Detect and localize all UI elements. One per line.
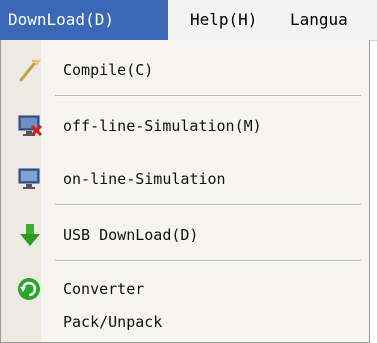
green-down-arrow-icon: [17, 223, 43, 247]
menu-item-label: Compile(C): [63, 61, 154, 79]
menu-separator: [55, 95, 361, 97]
menu-item-compile[interactable]: Compile(C): [1, 50, 369, 90]
menu-item-label: USB DownLoad(D): [63, 226, 199, 244]
menu-item-label: on-line-Simulation: [63, 170, 226, 188]
menu-separator: [55, 260, 361, 262]
online-monitor-icon: [17, 167, 43, 191]
menu-help[interactable]: Help(H): [190, 0, 257, 40]
menu-bar: DownLoad(D) Help(H) Langua: [0, 0, 377, 41]
converter-refresh-icon: [17, 277, 43, 301]
download-dropdown-menu: Compile(C) off-line-Simulation(M) on-lin…: [0, 40, 370, 343]
menu-item-pack-unpack[interactable]: Pack/Unpack: [1, 302, 369, 342]
menu-separator: [55, 204, 361, 206]
menu-download[interactable]: DownLoad(D): [0, 0, 168, 40]
offline-monitor-icon: [17, 114, 43, 138]
menu-item-label: off-line-Simulation(M): [63, 117, 262, 135]
menu-item-online-simulation[interactable]: on-line-Simulation: [1, 159, 369, 199]
menu-language[interactable]: Langua: [290, 0, 348, 40]
menu-item-label: Pack/Unpack: [63, 313, 163, 331]
menu-item-offline-simulation[interactable]: off-line-Simulation(M): [1, 106, 369, 146]
menu-item-usb-download[interactable]: USB DownLoad(D): [1, 215, 369, 255]
compile-wand-icon: [17, 58, 43, 82]
